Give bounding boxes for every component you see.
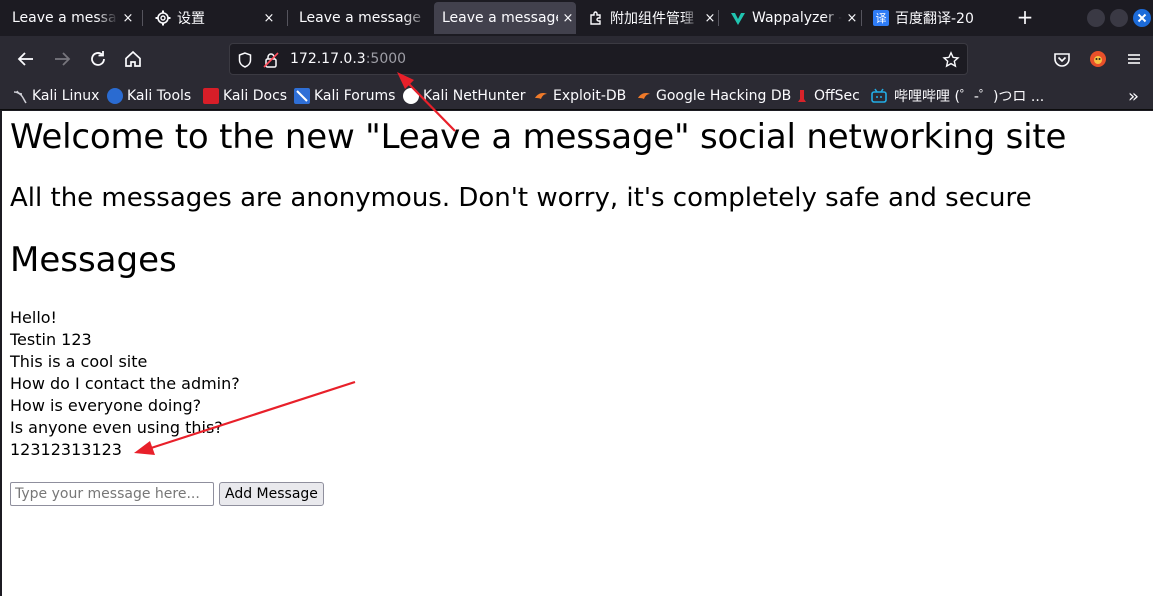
url-host: 172.17.0.3 <box>290 51 366 67</box>
tab-title: 百度翻译-20 <box>895 11 974 27</box>
bookmark-offsec[interactable]: OffSec <box>794 86 860 106</box>
bookmark-label: Kali Forums <box>314 88 396 104</box>
puzzle-icon <box>588 10 604 26</box>
tab-settings[interactable]: 设置 × <box>143 0 285 36</box>
message-item: Hello! <box>10 308 57 327</box>
close-icon[interactable]: × <box>560 11 576 26</box>
page-content: Welcome to the new "Leave a message" soc… <box>0 111 1153 596</box>
bookmark-star-icon[interactable] <box>942 51 960 69</box>
offsec-icon <box>794 88 810 104</box>
kali-icon <box>12 88 28 104</box>
bookmark-exploit-db[interactable]: Exploit-DB <box>533 86 626 106</box>
tab-leave-message-active[interactable]: Leave a message × <box>434 2 576 34</box>
reload-button[interactable] <box>86 47 110 71</box>
message-input[interactable] <box>10 482 214 506</box>
gear-icon <box>155 10 171 26</box>
tab-title: Leave a message <box>299 10 422 26</box>
bookmark-kali-docs[interactable]: Kali Docs <box>203 86 287 106</box>
bookmark-kali-linux[interactable]: Kali Linux <box>12 86 99 106</box>
back-button[interactable] <box>14 47 38 71</box>
close-icon[interactable]: × <box>120 11 136 26</box>
hamburger-icon <box>1128 54 1140 64</box>
message-item: How is everyone doing? <box>10 396 202 415</box>
tab-strip: Leave a message × 设置 × Leave a message L… <box>0 0 1153 36</box>
messages-heading: Messages <box>10 240 177 280</box>
close-icon[interactable]: × <box>261 11 277 26</box>
arrow-left-icon <box>17 52 33 66</box>
ghdb-icon <box>636 88 652 104</box>
tab-leave-message-2[interactable]: Leave a message <box>287 0 430 36</box>
nethunter-icon <box>403 88 419 104</box>
bookmark-label: Google Hacking DB <box>656 88 792 104</box>
bookmark-label: Exploit-DB <box>553 88 627 104</box>
message-form: Add Message <box>10 482 324 506</box>
baidu-translate-icon: 译 <box>873 10 889 26</box>
navigation-toolbar: 172.17.0.3:5000 <box>0 36 1153 82</box>
bookmark-bilibili[interactable]: 哔哩哔哩 (゜-゜)つロ ... <box>870 86 1044 106</box>
window-close-button[interactable] <box>1133 9 1151 27</box>
message-item: This is a cool site <box>10 352 148 371</box>
message-item: Is anyone even using this? <box>10 418 223 437</box>
kali-forums-icon <box>294 88 310 104</box>
url-port: :5000 <box>365 51 407 67</box>
shield-icon[interactable] <box>236 51 254 69</box>
kali-docs-icon <box>203 88 219 104</box>
close-icon[interactable]: × <box>844 11 860 26</box>
new-tab-button[interactable]: + <box>1014 6 1036 28</box>
home-button[interactable] <box>121 47 145 71</box>
bookmark-label: Kali Tools <box>127 88 192 104</box>
close-icon[interactable]: × <box>702 11 718 26</box>
tab-title: 设置 <box>177 11 205 27</box>
extension-fox-icon <box>1090 51 1106 67</box>
address-bar[interactable]: 172.17.0.3:5000 <box>229 43 968 75</box>
forward-button[interactable] <box>50 47 74 71</box>
maximize-button[interactable] <box>1110 9 1128 27</box>
bookmark-label: Kali NetHunter <box>423 88 526 104</box>
bookmark-label: 哔哩哔哩 (゜-゜)つロ ... <box>894 89 1045 105</box>
reload-icon <box>91 51 105 66</box>
minimize-button[interactable] <box>1087 9 1105 27</box>
add-message-button[interactable]: Add Message <box>219 482 324 506</box>
bookmark-label: OffSec <box>814 88 860 104</box>
insecure-lock-icon[interactable] <box>262 51 280 69</box>
tab-leave-message-1[interactable]: Leave a message × <box>0 0 136 36</box>
bookmark-google-hacking-db[interactable]: Google Hacking DB <box>636 86 791 106</box>
exploit-db-icon <box>533 88 549 104</box>
tab-addons[interactable]: 附加组件管理 × <box>576 0 718 36</box>
message-item: 12312313123 <box>10 440 122 459</box>
bookmark-kali-nethunter[interactable]: Kali NetHunter <box>403 86 525 106</box>
arrow-right-icon <box>55 52 71 66</box>
tab-baidu-translate[interactable]: 译 百度翻译-20 <box>861 0 1003 36</box>
tab-title: Wappalyzer - <box>752 10 842 26</box>
kali-tools-icon <box>107 88 123 104</box>
bookmarks-overflow-button[interactable]: » <box>1128 85 1140 107</box>
message-item: Testin 123 <box>10 330 92 349</box>
tab-wappalyzer[interactable]: Wappalyzer - × <box>718 0 860 36</box>
bookmark-label: Kali Linux <box>32 88 100 104</box>
wappalyzer-icon <box>730 10 746 26</box>
bookmark-kali-tools[interactable]: Kali Tools <box>107 86 191 106</box>
home-icon <box>125 50 141 67</box>
url-text[interactable]: 172.17.0.3:5000 <box>290 51 406 67</box>
close-icon <box>1137 13 1147 23</box>
bookmark-label: Kali Docs <box>223 88 288 104</box>
page-subtitle: All the messages are anonymous. Don't wo… <box>10 183 1032 213</box>
pocket-icon <box>1054 53 1070 67</box>
bookmarks-toolbar: Kali Linux Kali Tools Kali Docs Kali For… <box>0 82 1153 110</box>
message-list: Hello! Testin 123 This is a cool site Ho… <box>10 307 240 461</box>
pocket-button[interactable] <box>1050 47 1074 71</box>
bilibili-icon <box>870 88 887 104</box>
chevron-double-right-icon: » <box>1128 85 1140 107</box>
tab-title: Leave a message <box>12 10 118 26</box>
tab-title: 附加组件管理 <box>610 11 694 27</box>
bookmark-kali-forums[interactable]: Kali Forums <box>294 86 395 106</box>
message-item: How do I contact the admin? <box>10 374 240 393</box>
extension-button[interactable] <box>1086 47 1110 71</box>
menu-button[interactable] <box>1122 47 1146 71</box>
tab-title: Leave a message <box>442 10 558 26</box>
page-title: Welcome to the new "Leave a message" soc… <box>10 117 1067 157</box>
